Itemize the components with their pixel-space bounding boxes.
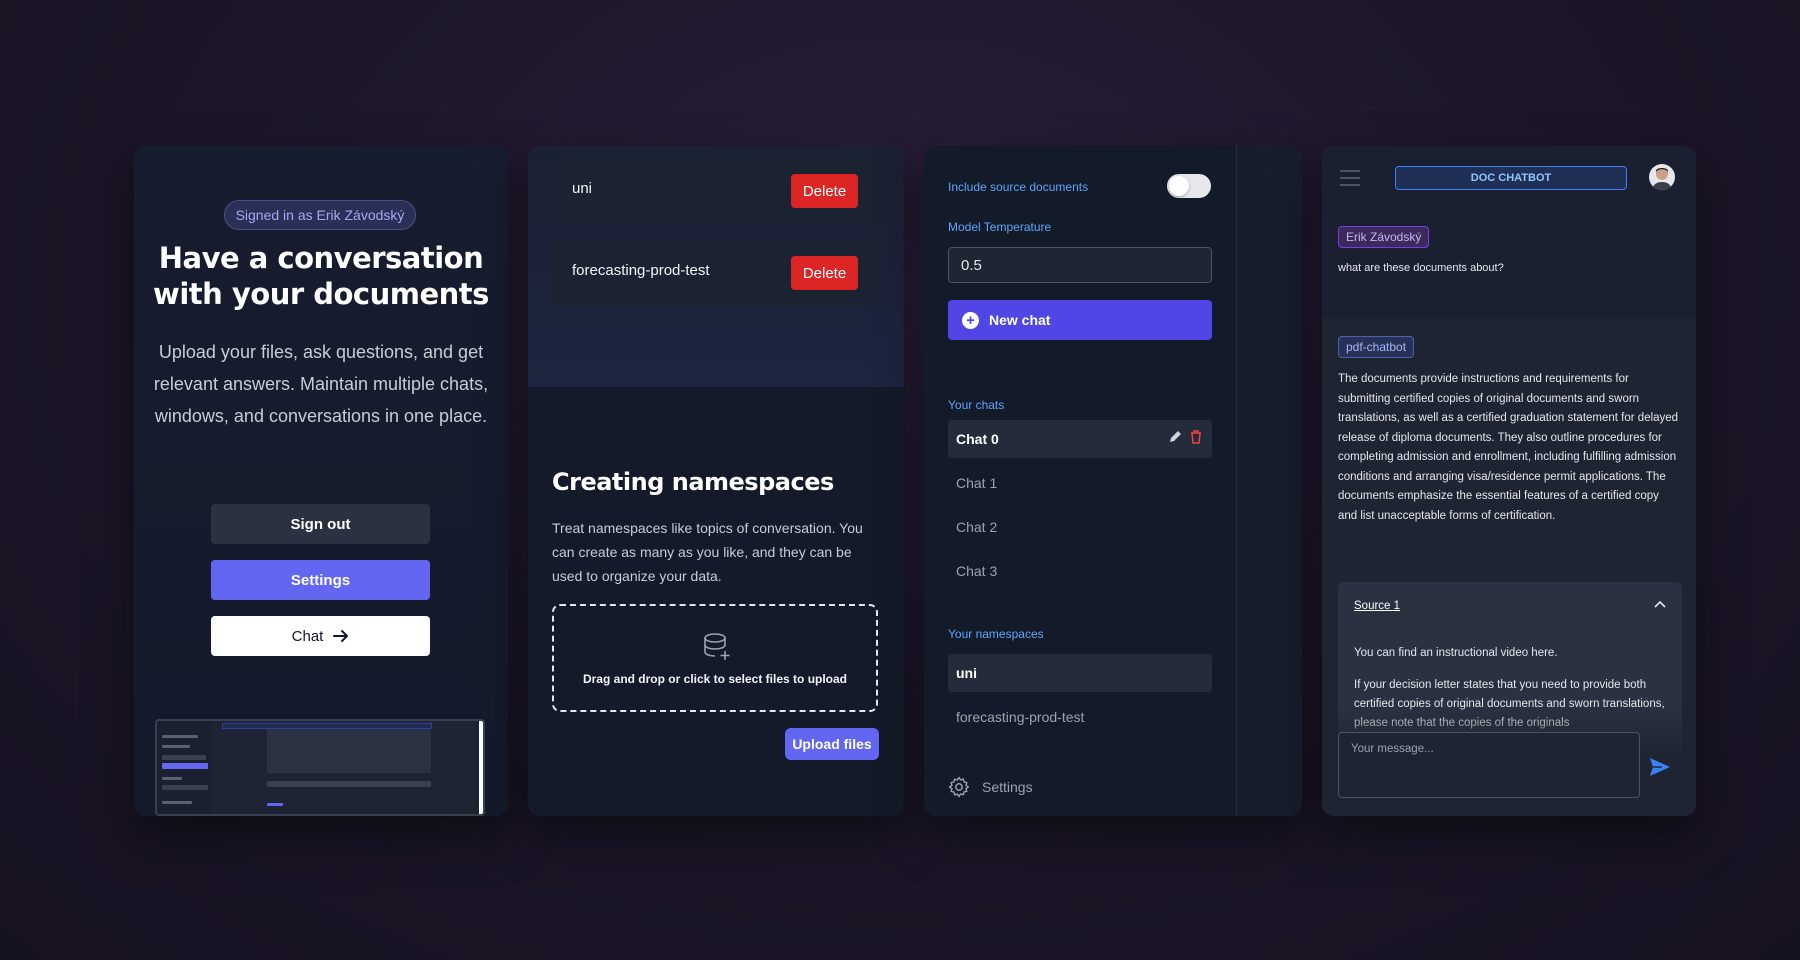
sign-out-button[interactable]: Sign out — [211, 504, 430, 544]
send-icon[interactable] — [1648, 756, 1672, 778]
chat-label: Chat — [291, 627, 324, 645]
chat-header: DOC CHATBOT — [1322, 146, 1696, 210]
chat-button[interactable]: Chat — [211, 616, 430, 656]
sign-out-label: Sign out — [290, 515, 351, 533]
chevron-up-icon[interactable] — [1654, 600, 1666, 610]
namespace-name: forecasting-prod-test — [572, 262, 710, 279]
chat-item-label: Chat 0 — [956, 431, 999, 447]
chat-item-2[interactable]: Chat 2 — [948, 508, 1212, 546]
user-message-text: what are these documents about? — [1338, 262, 1504, 274]
source-title[interactable]: Source 1 — [1354, 600, 1400, 612]
chat-item-1[interactable]: Chat 1 — [948, 464, 1212, 502]
database-add-icon — [704, 633, 730, 660]
section-heading: Creating namespaces — [552, 468, 834, 496]
bot-name-badge: pdf-chatbot — [1338, 336, 1415, 358]
namespace-list: uni Delete forecasting-prod-test Delete — [528, 146, 904, 387]
plus-circle-icon: + — [962, 311, 979, 329]
namespace-row: forecasting-prod-test Delete — [552, 240, 878, 306]
sidebar-panel: Include source documents Model Temperatu… — [924, 146, 1302, 816]
bot-message-text: The documents provide instructions and r… — [1338, 373, 1679, 522]
namespace-item-uni[interactable]: uni — [948, 654, 1212, 692]
menu-icon[interactable] — [1340, 170, 1360, 191]
app-title: DOC CHATBOT — [1395, 166, 1627, 190]
namespace-row: uni Delete — [552, 158, 878, 224]
edit-pencil-icon[interactable] — [1168, 430, 1182, 444]
temperature-label: Model Temperature — [948, 220, 1052, 234]
message-input[interactable]: Your message... — [1338, 732, 1640, 798]
delete-namespace-button[interactable]: Delete — [791, 174, 858, 208]
include-sources-label: Include source documents — [948, 180, 1089, 194]
chat-item-label: Chat 1 — [956, 475, 998, 491]
chat-panel: DOC CHATBOT Erik Závodský what are these… — [1322, 146, 1696, 816]
your-chats-label: Your chats — [948, 398, 1005, 412]
settings-label: Settings — [982, 779, 1033, 795]
upload-files-button[interactable]: Upload files — [785, 728, 879, 760]
delete-namespace-button[interactable]: Delete — [791, 256, 858, 290]
dropzone-text: Drag and drop or click to select files t… — [582, 672, 848, 686]
settings-button[interactable]: Settings — [211, 560, 430, 600]
chat-item-0[interactable]: Chat 0 — [948, 420, 1212, 458]
avatar[interactable] — [1649, 164, 1675, 190]
source-paragraph: You can find an instructional video here… — [1354, 647, 1558, 659]
chat-area-behind — [1238, 146, 1302, 816]
sidebar-settings[interactable]: Settings — [948, 776, 1033, 798]
page-title: Have a conversation with your documents — [153, 241, 489, 311]
landing-panel: Signed in as Erik Závodský Have a conver… — [134, 146, 508, 816]
settings-label: Settings — [290, 571, 351, 589]
toggle-knob — [1169, 176, 1189, 196]
signed-in-badge: Signed in as Erik Závodský — [224, 200, 416, 230]
namespace-item-forecasting[interactable]: forecasting-prod-test — [948, 698, 1212, 736]
namespace-item-label: uni — [956, 665, 977, 681]
new-chat-label: New chat — [989, 312, 1051, 328]
include-sources-toggle[interactable] — [1167, 174, 1211, 198]
section-description: Treat namespaces like topics of conversa… — [552, 520, 863, 584]
namespaces-panel: uni Delete forecasting-prod-test Delete … — [528, 146, 904, 816]
file-dropzone[interactable]: Drag and drop or click to select files t… — [552, 604, 878, 712]
chat-item-label: Chat 2 — [956, 519, 998, 535]
new-chat-button[interactable]: + New chat — [948, 300, 1212, 340]
page-subtitle: Upload your files, ask questions, and ge… — [153, 342, 489, 426]
namespace-item-label: forecasting-prod-test — [956, 709, 1085, 725]
user-name-badge: Erik Závodský — [1338, 226, 1430, 248]
app-preview-image — [155, 719, 485, 816]
trash-icon[interactable] — [1190, 430, 1202, 444]
chat-item-label: Chat 3 — [956, 563, 998, 579]
chat-item-3[interactable]: Chat 3 — [948, 552, 1212, 590]
arrow-right-icon — [333, 630, 349, 642]
gear-icon — [948, 776, 970, 798]
sidebar: Include source documents Model Temperatu… — [924, 146, 1237, 816]
user-message: Erik Závodský what are these documents a… — [1322, 210, 1696, 318]
namespace-name: uni — [572, 180, 593, 197]
your-namespaces-label: Your namespaces — [948, 627, 1044, 641]
temperature-input[interactable]: 0.5 — [948, 247, 1212, 283]
